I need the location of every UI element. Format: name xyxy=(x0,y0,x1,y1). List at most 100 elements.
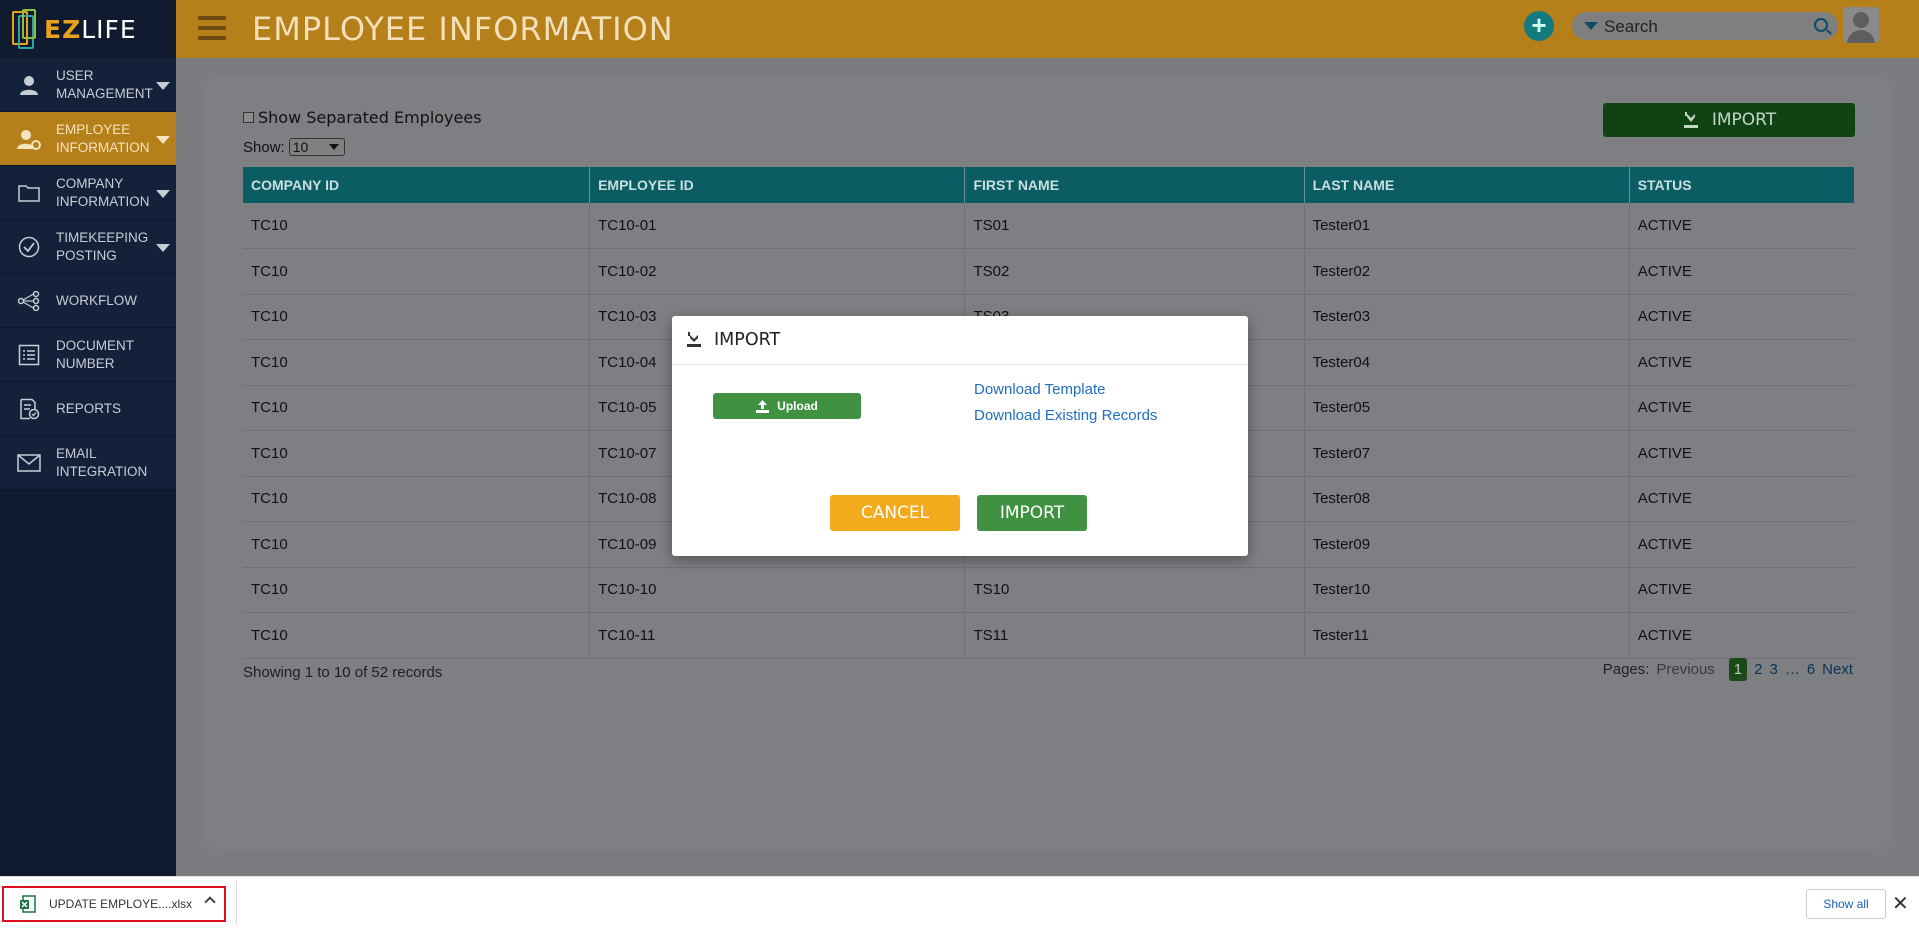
modal-import-button[interactable]: IMPORT xyxy=(977,495,1087,531)
folder-icon xyxy=(16,180,42,206)
records-summary: Showing 1 to 10 of 52 records xyxy=(243,664,443,681)
upload-button[interactable]: Upload xyxy=(713,393,861,419)
sidebar-item-user-management[interactable]: USER MANAGEMENT xyxy=(0,58,176,112)
pager-page[interactable]: 6 xyxy=(1807,661,1815,678)
caret-down-icon[interactable] xyxy=(156,136,170,144)
pager-page[interactable]: 1 xyxy=(1728,658,1748,681)
avatar[interactable] xyxy=(1843,7,1879,43)
table-cell: TC10-02 xyxy=(589,248,966,295)
sidebar-item-label: COMPANY INFORMATION xyxy=(56,175,150,209)
column-header[interactable]: LAST NAME xyxy=(1304,167,1630,203)
download-existing-records-link[interactable]: Download Existing Records xyxy=(974,407,1157,424)
table-cell: ACTIVE xyxy=(1629,567,1854,613)
logo-text: EZLIFE xyxy=(44,14,137,44)
search-filter-caret-icon[interactable] xyxy=(1584,22,1598,30)
logo[interactable]: EZLIFE xyxy=(0,0,176,58)
table-cell: TC10 xyxy=(243,567,591,613)
caret-down-icon[interactable] xyxy=(156,82,170,90)
page-size-select[interactable]: 10 xyxy=(288,138,345,156)
import-button[interactable]: IMPORT xyxy=(1603,103,1855,137)
table-row[interactable]: TC10 TC10-02 TS02 Tester02 ACTIVE xyxy=(243,248,1854,295)
add-button[interactable]: + xyxy=(1524,11,1554,41)
download-file-name: UPDATE EMPLOYE....xlsx xyxy=(49,897,193,911)
table-cell: ACTIVE xyxy=(1629,612,1854,659)
sidebar-item-reports[interactable]: REPORTS xyxy=(0,382,176,436)
sidebar-item-workflow[interactable]: WORKFLOW xyxy=(0,274,176,328)
table-cell: TC10 xyxy=(243,430,591,477)
sidebar: EZLIFE USER MANAGEMENT EMPLOYEE INFORMATI… xyxy=(0,0,176,876)
excel-file-icon xyxy=(20,895,36,913)
pager-previous[interactable]: Previous xyxy=(1656,661,1714,678)
show-separated-toggle[interactable]: Show Separated Employees xyxy=(243,108,482,127)
sidebar-item-email-integration[interactable]: EMAIL INTEGRATION xyxy=(0,436,176,490)
table-cell: Tester01 xyxy=(1304,203,1630,249)
table-cell: Tester05 xyxy=(1304,385,1630,431)
import-button-label: IMPORT xyxy=(1711,110,1777,130)
sidebar-item-employee-information[interactable]: EMPLOYEE INFORMATION xyxy=(0,112,176,166)
sidebar-item-label: DOCUMENT NUMBER xyxy=(56,337,134,371)
table-cell: ACTIVE xyxy=(1629,385,1854,431)
caret-down-icon[interactable] xyxy=(156,244,170,252)
sidebar-item-label: WORKFLOW xyxy=(56,292,137,308)
search-input[interactable]: Search xyxy=(1572,12,1838,40)
table-cell: ACTIVE xyxy=(1629,339,1854,386)
page-title: EMPLOYEE INFORMATION xyxy=(252,10,674,48)
modal-title: IMPORT xyxy=(714,330,781,350)
divider xyxy=(236,881,237,925)
table-cell: Tester11 xyxy=(1304,612,1630,659)
table-cell: TC10-10 xyxy=(589,567,966,613)
column-header[interactable]: STATUS xyxy=(1629,167,1854,203)
workflow-icon xyxy=(16,288,42,314)
table-cell: TS11 xyxy=(964,612,1305,659)
sidebar-item-timekeeping-posting[interactable]: TIMEKEEPING POSTING xyxy=(0,220,176,274)
user-icon xyxy=(16,72,42,98)
pager-page[interactable]: 3 xyxy=(1769,661,1777,678)
table-row[interactable]: TC10 TC10-10 TS10 Tester10 ACTIVE xyxy=(243,567,1854,613)
search-icon[interactable] xyxy=(1814,18,1828,32)
download-template-link[interactable]: Download Template xyxy=(974,381,1105,398)
table-cell: TS02 xyxy=(964,248,1305,295)
table-row[interactable]: TC10 TC10-11 TS11 Tester11 ACTIVE xyxy=(243,612,1854,659)
sidebar-item-label: EMPLOYEE INFORMATION xyxy=(56,121,150,155)
table-cell: ACTIVE xyxy=(1629,521,1854,568)
download-item[interactable]: UPDATE EMPLOYE....xlsx xyxy=(2,886,226,922)
upload-icon xyxy=(756,399,770,413)
hamburger-menu-icon[interactable] xyxy=(198,16,226,40)
sidebar-item-document-number[interactable]: DOCUMENT NUMBER xyxy=(0,328,176,382)
table-cell: Tester02 xyxy=(1304,248,1630,295)
table-cell: TC10 xyxy=(243,612,591,659)
cancel-button[interactable]: CANCEL xyxy=(830,495,960,531)
pager-next[interactable]: Next xyxy=(1822,661,1853,678)
page-size-row: Show: 10 xyxy=(243,138,345,156)
table-cell: Tester04 xyxy=(1304,339,1630,386)
table-cell: ACTIVE xyxy=(1629,203,1854,249)
table-cell: ACTIVE xyxy=(1629,430,1854,477)
modal-header: IMPORT xyxy=(672,316,1248,365)
pager-page[interactable]: 2 xyxy=(1754,661,1762,678)
sidebar-item-label: EMAIL INTEGRATION xyxy=(56,445,148,479)
table-cell: Tester09 xyxy=(1304,521,1630,568)
table-cell: TC10 xyxy=(243,476,591,522)
top-header: EMPLOYEE INFORMATION + Search xyxy=(176,0,1919,58)
import-icon xyxy=(687,332,701,347)
table-cell: ACTIVE xyxy=(1629,294,1854,340)
column-header[interactable]: EMPLOYEE ID xyxy=(589,167,966,203)
user-gear-icon xyxy=(16,126,42,152)
table-cell: ACTIVE xyxy=(1629,248,1854,295)
download-bar: UPDATE EMPLOYE....xlsx Show all ✕ xyxy=(0,876,1919,929)
show-separated-checkbox[interactable] xyxy=(243,112,254,123)
sidebar-item-label: USER MANAGEMENT xyxy=(56,67,153,101)
sidebar-item-label: REPORTS xyxy=(56,400,122,416)
table-cell: TC10 xyxy=(243,203,591,249)
table-cell: Tester03 xyxy=(1304,294,1630,340)
column-header[interactable]: FIRST NAME xyxy=(964,167,1305,203)
logo-icon xyxy=(12,9,40,49)
table-cell: TC10-01 xyxy=(589,203,966,249)
table-row[interactable]: TC10 TC10-01 TS01 Tester01 ACTIVE xyxy=(243,203,1854,249)
sidebar-item-company-information[interactable]: COMPANY INFORMATION xyxy=(0,166,176,220)
column-header[interactable]: COMPANY ID xyxy=(243,167,591,203)
show-all-button[interactable]: Show all xyxy=(1806,889,1886,919)
caret-down-icon[interactable] xyxy=(156,190,170,198)
close-icon[interactable]: ✕ xyxy=(1892,891,1909,916)
chevron-up-icon[interactable] xyxy=(204,896,216,908)
